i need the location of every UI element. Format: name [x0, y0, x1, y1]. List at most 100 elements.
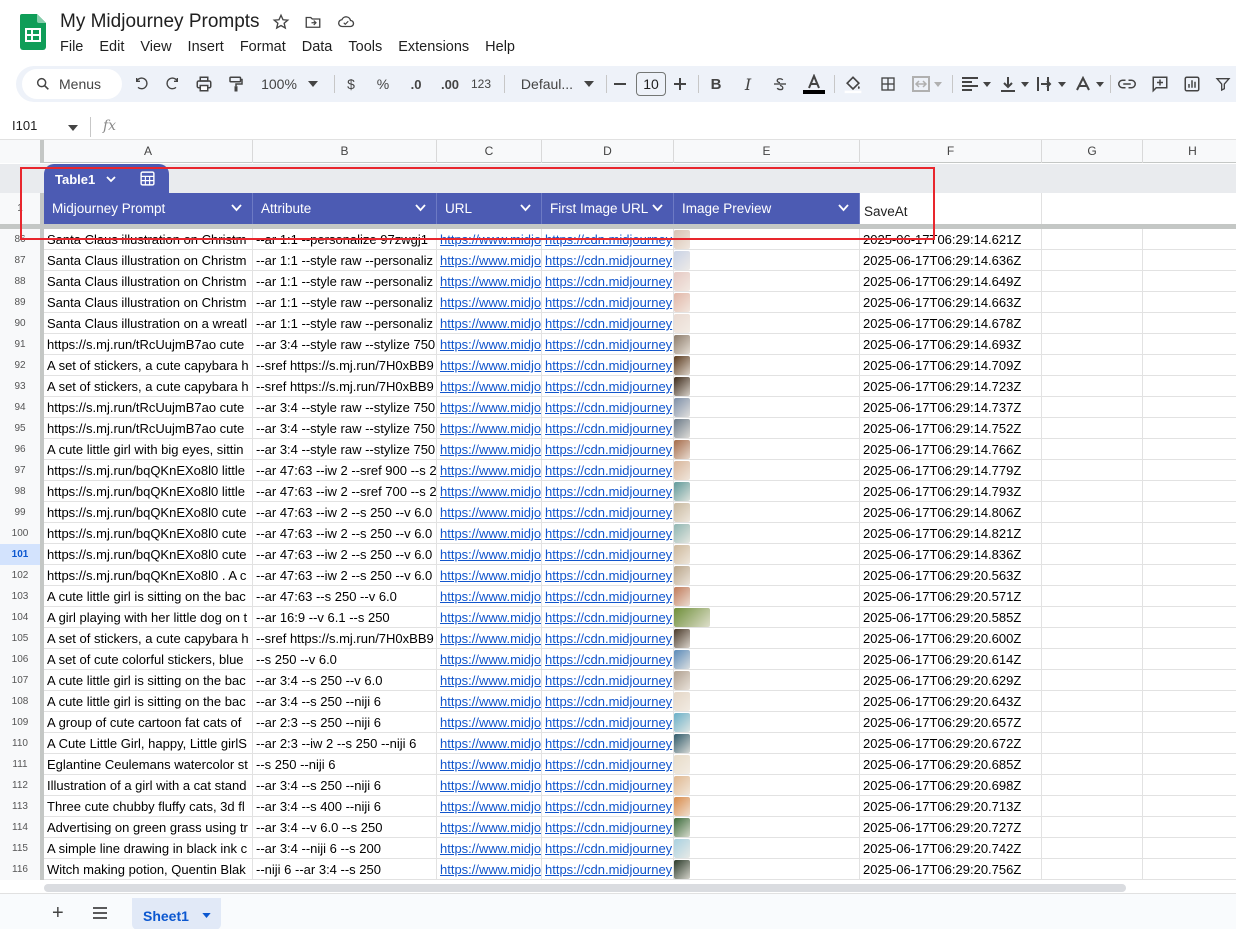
cell-image-preview[interactable] [674, 733, 860, 754]
cell-empty[interactable] [1143, 229, 1236, 250]
cell-image-preview[interactable] [674, 775, 860, 796]
cell-prompt[interactable]: https://s.mj.run/bqQKnEXo8l0 cute [44, 544, 253, 565]
cell-url-link[interactable]: https://www.midjo [437, 628, 542, 649]
row-header[interactable]: 1 [0, 193, 44, 224]
cell-empty[interactable] [1042, 649, 1143, 670]
cell-attribute[interactable]: --ar 1:1 --style raw --personaliz [253, 271, 437, 292]
column-header-f[interactable]: F [860, 140, 1042, 163]
cell-empty[interactable] [1042, 733, 1143, 754]
cell-first-image-url-link[interactable]: https://cdn.midjourney [542, 355, 674, 376]
row-header[interactable]: 115 [0, 838, 44, 859]
cell-empty[interactable] [1143, 313, 1236, 334]
row-header[interactable]: 97 [0, 460, 44, 481]
filter-icon[interactable] [1214, 72, 1232, 96]
cell-empty[interactable] [1143, 607, 1236, 628]
cell-attribute[interactable]: --ar 3:4 --style raw --stylize 750 [253, 397, 437, 418]
cell-empty[interactable] [1042, 775, 1143, 796]
cell-image-preview[interactable] [674, 586, 860, 607]
cell-saveat[interactable]: 2025-06-17T06:29:14.663Z [860, 292, 1042, 313]
cell-first-image-url-link[interactable]: https://cdn.midjourney [542, 376, 674, 397]
cell-attribute[interactable]: --ar 47:63 --s 250 --v 6.0 [253, 586, 437, 607]
move-folder-icon[interactable] [304, 13, 324, 33]
cell-image-preview[interactable] [674, 292, 860, 313]
cell-first-image-url-link[interactable]: https://cdn.midjourney [542, 838, 674, 859]
cell-empty[interactable] [1042, 670, 1143, 691]
cell-saveat[interactable]: 2025-06-17T06:29:20.657Z [860, 712, 1042, 733]
cell-attribute[interactable]: --ar 47:63 --iw 2 --s 250 --v 6.0 [253, 565, 437, 586]
text-color-icon[interactable] [802, 72, 826, 96]
image-preview-thumbnail[interactable] [674, 755, 690, 774]
cell-first-image-url-link[interactable]: https://cdn.midjourney [542, 649, 674, 670]
cell-empty[interactable] [1042, 376, 1143, 397]
cell-empty[interactable] [1042, 712, 1143, 733]
cell-first-image-url-link[interactable]: https://cdn.midjourney [542, 796, 674, 817]
cell-prompt[interactable]: Eglantine Ceulemans watercolor st [44, 754, 253, 775]
font-size-decrease-icon[interactable] [612, 72, 628, 96]
cell-prompt[interactable]: Santa Claus illustration on Christm [44, 250, 253, 271]
chevron-down-icon[interactable] [652, 204, 663, 212]
cell-url-link[interactable]: https://www.midjo [437, 670, 542, 691]
cell-saveat[interactable]: 2025-06-17T06:29:20.614Z [860, 649, 1042, 670]
cell-first-image-url-link[interactable]: https://cdn.midjourney [542, 691, 674, 712]
sheets-logo-icon[interactable] [20, 14, 46, 50]
cell-empty[interactable] [1143, 544, 1236, 565]
cell-url-link[interactable]: https://www.midjo [437, 859, 542, 880]
cell-saveat[interactable]: 2025-06-17T06:29:20.563Z [860, 565, 1042, 586]
cell-image-preview[interactable] [674, 754, 860, 775]
cell-prompt[interactable]: https://s.mj.run/bqQKnEXo8l0 cute [44, 502, 253, 523]
cell-prompt[interactable]: A set of stickers, a cute capybara h [44, 355, 253, 376]
chevron-down-icon[interactable] [306, 72, 320, 96]
cell-url-link[interactable]: https://www.midjo [437, 376, 542, 397]
cell-saveat[interactable]: 2025-06-17T06:29:20.727Z [860, 817, 1042, 838]
cell-url-link[interactable]: https://www.midjo [437, 649, 542, 670]
cell-empty[interactable] [1042, 859, 1143, 880]
cell-saveat[interactable]: 2025-06-17T06:29:14.737Z [860, 397, 1042, 418]
image-preview-thumbnail[interactable] [674, 818, 690, 837]
cell-empty[interactable] [1143, 775, 1236, 796]
decrease-decimal-button[interactable]: .0 [404, 72, 428, 96]
row-header[interactable]: 114 [0, 817, 44, 838]
cell-attribute[interactable]: --s 250 --niji 6 [253, 754, 437, 775]
cell-image-preview[interactable] [674, 817, 860, 838]
cell-saveat[interactable]: 2025-06-17T06:29:14.621Z [860, 229, 1042, 250]
cell-saveat[interactable]: 2025-06-17T06:29:20.643Z [860, 691, 1042, 712]
row-header[interactable]: 109 [0, 712, 44, 733]
cell-empty[interactable] [1042, 565, 1143, 586]
cell-prompt[interactable]: Advertising on green grass using tr [44, 817, 253, 838]
cell-empty[interactable] [1143, 796, 1236, 817]
column-header-d[interactable]: D [542, 140, 674, 163]
cell-prompt[interactable]: A simple line drawing in black ink c [44, 838, 253, 859]
cell-empty[interactable] [1143, 502, 1236, 523]
column-header-c[interactable]: C [437, 140, 542, 163]
cell-url-link[interactable]: https://www.midjo [437, 502, 542, 523]
cell-prompt[interactable]: Santa Claus illustration on Christm [44, 271, 253, 292]
cell-url-link[interactable]: https://www.midjo [437, 838, 542, 859]
row-header[interactable]: 86 [0, 229, 44, 250]
cell-empty[interactable] [1143, 292, 1236, 313]
all-sheets-menu-icon[interactable] [92, 907, 108, 919]
cell-first-image-url-link[interactable]: https://cdn.midjourney [542, 544, 674, 565]
insert-chart-icon[interactable] [1182, 72, 1202, 96]
cell-url-link[interactable]: https://www.midjo [437, 397, 542, 418]
cell-prompt[interactable]: Santa Claus illustration on Christm [44, 292, 253, 313]
cell-url-link[interactable]: https://www.midjo [437, 250, 542, 271]
chevron-down-icon[interactable] [582, 72, 596, 96]
cell-first-image-url-link[interactable]: https://cdn.midjourney [542, 460, 674, 481]
cell-saveat[interactable]: 2025-06-17T06:29:14.766Z [860, 439, 1042, 460]
cell-image-preview[interactable] [674, 334, 860, 355]
cell-empty[interactable] [1042, 838, 1143, 859]
cell-first-image-url-link[interactable]: https://cdn.midjourney [542, 250, 674, 271]
cell-first-image-url-link[interactable]: https://cdn.midjourney [542, 628, 674, 649]
cell-prompt[interactable]: A group of cute cartoon fat cats of [44, 712, 253, 733]
column-header-a[interactable]: A [44, 140, 253, 163]
cell-saveat[interactable]: 2025-06-17T06:29:20.672Z [860, 733, 1042, 754]
row-header[interactable]: 106 [0, 649, 44, 670]
cell-image-preview[interactable] [674, 649, 860, 670]
cell-image-preview[interactable] [674, 796, 860, 817]
image-preview-thumbnail[interactable] [674, 797, 690, 816]
cell-image-preview[interactable] [674, 355, 860, 376]
image-preview-thumbnail[interactable] [674, 503, 690, 522]
cell-url-link[interactable]: https://www.midjo [437, 355, 542, 376]
header-saveat[interactable]: SaveAt [860, 193, 1042, 224]
image-preview-thumbnail[interactable] [674, 524, 690, 543]
